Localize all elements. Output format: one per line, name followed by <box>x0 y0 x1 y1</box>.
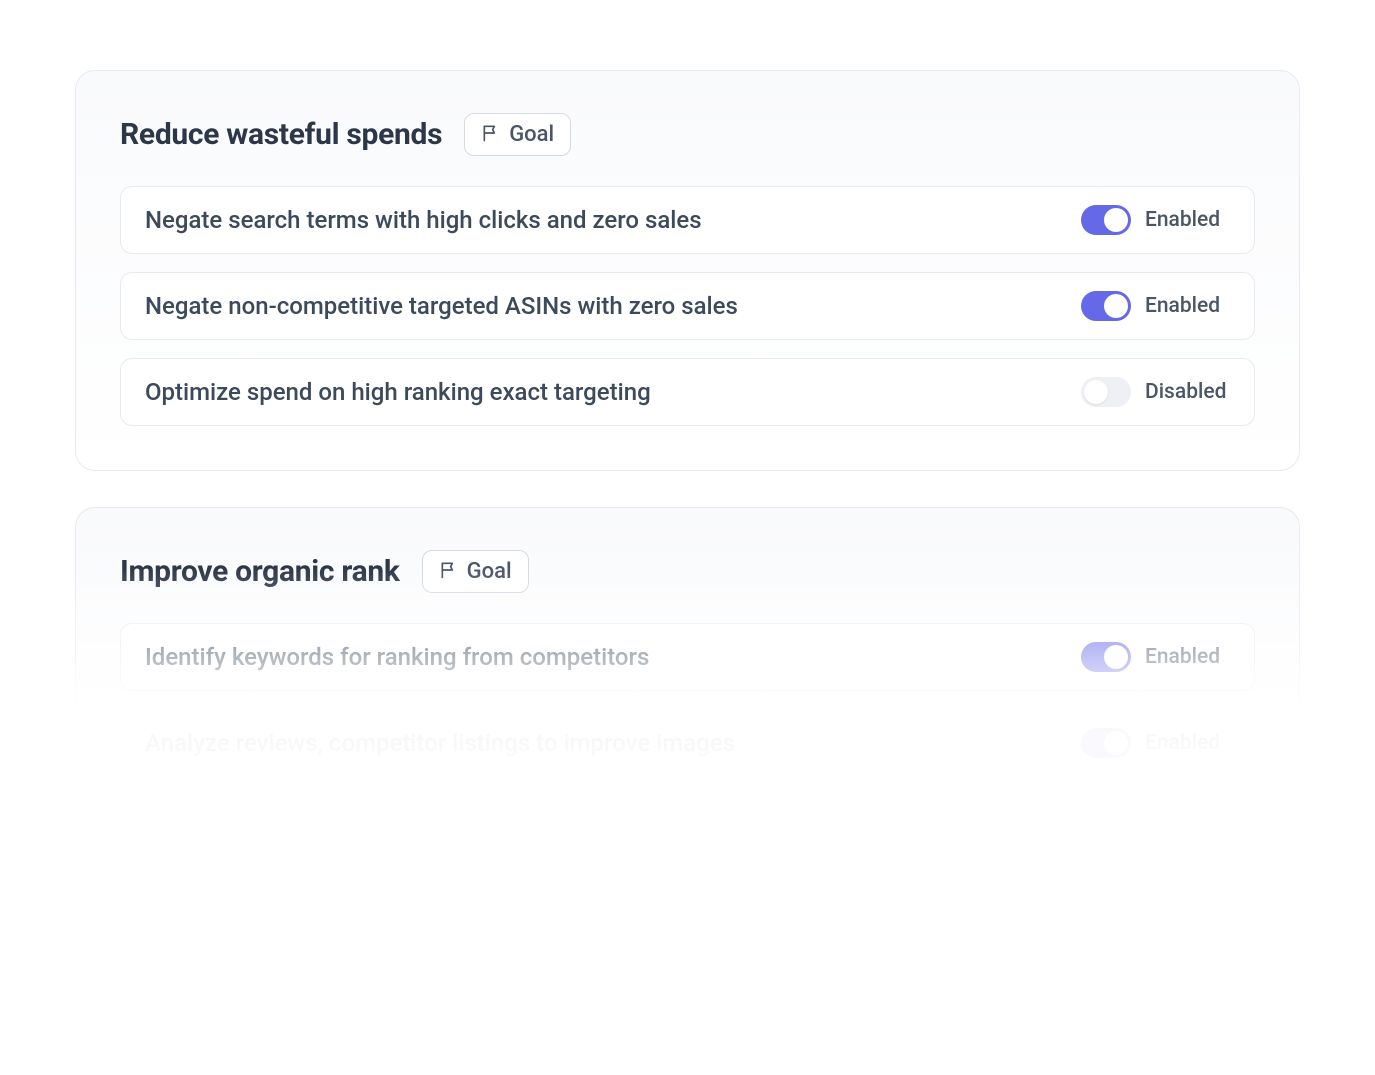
rule-text: Optimize spend on high ranking exact tar… <box>145 378 651 406</box>
flag-icon <box>481 123 501 147</box>
rule-toggle[interactable] <box>1081 205 1131 235</box>
goal-badge: Goal <box>422 550 529 593</box>
rule-toggle[interactable] <box>1081 728 1131 758</box>
rule-item: Identify keywords for ranking from compe… <box>120 623 1255 691</box>
rule-item: Negate non-competitive targeted ASINs wi… <box>120 272 1255 340</box>
rule-item: Optimize spend on high ranking exact tar… <box>120 358 1255 426</box>
flag-icon <box>439 560 459 584</box>
rule-item: Analyze reviews, competitor listings to … <box>120 709 1255 777</box>
toggle-status-label: Disabled <box>1145 380 1230 404</box>
goal-card-reduce-wasteful-spends: Reduce wasteful spends Goal Negate searc… <box>75 70 1300 471</box>
goal-badge-label: Goal <box>467 559 512 584</box>
toggle-wrapper: Enabled <box>1081 291 1230 321</box>
rule-toggle[interactable] <box>1081 642 1131 672</box>
rule-toggle[interactable] <box>1081 291 1131 321</box>
goal-card-improve-organic-rank: Improve organic rank Goal Identify keywo… <box>75 507 1300 822</box>
toggle-knob <box>1104 645 1128 669</box>
goal-badge: Goal <box>464 113 571 156</box>
goal-badge-label: Goal <box>509 122 554 147</box>
toggle-status-label: Enabled <box>1145 208 1230 232</box>
toggle-wrapper: Enabled <box>1081 642 1230 672</box>
rule-text: Negate non-competitive targeted ASINs wi… <box>145 292 738 320</box>
toggle-wrapper: Disabled <box>1081 377 1230 407</box>
card-title: Improve organic rank <box>120 554 400 589</box>
rule-text: Analyze reviews, competitor listings to … <box>145 729 735 757</box>
toggle-wrapper: Enabled <box>1081 728 1230 758</box>
rule-item: Negate search terms with high clicks and… <box>120 186 1255 254</box>
card-title: Reduce wasteful spends <box>120 117 442 152</box>
toggle-knob <box>1104 731 1128 755</box>
rule-toggle[interactable] <box>1081 377 1131 407</box>
toggle-wrapper: Enabled <box>1081 205 1230 235</box>
toggle-status-label: Enabled <box>1145 731 1230 755</box>
toggle-status-label: Enabled <box>1145 645 1230 669</box>
rule-text: Identify keywords for ranking from compe… <box>145 643 649 671</box>
toggle-knob <box>1104 294 1128 318</box>
toggle-knob <box>1104 208 1128 232</box>
toggle-knob <box>1084 380 1108 404</box>
toggle-status-label: Enabled <box>1145 294 1230 318</box>
card-header: Reduce wasteful spends Goal <box>120 113 1255 156</box>
card-header: Improve organic rank Goal <box>120 550 1255 593</box>
rule-text: Negate search terms with high clicks and… <box>145 206 702 234</box>
